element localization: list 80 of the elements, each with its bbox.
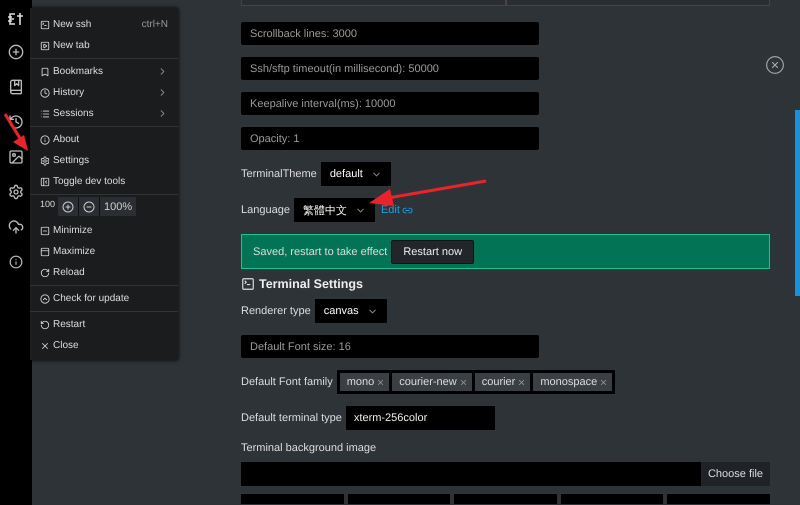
restart-icon (40, 320, 50, 330)
input-field[interactable]: Scrollback lines: 3000 (241, 22, 539, 45)
field-label: Default Font family (241, 376, 333, 388)
menu-item[interactable]: About (30, 129, 178, 150)
terminal-icon (241, 277, 255, 291)
theme-select[interactable]: default (320, 162, 391, 186)
logo-icon (7, 12, 25, 26)
field-label: Default terminal type (241, 412, 342, 424)
menu-item[interactable]: Sessions (30, 103, 178, 124)
choose-file-button[interactable]: Choose file (701, 462, 770, 486)
edit-link[interactable]: Edit (380, 204, 413, 216)
image-icon[interactable] (7, 148, 25, 166)
field-label: Renderer type (241, 305, 311, 317)
bookmark-icon[interactable] (7, 78, 25, 96)
menu-item[interactable]: Maximize (30, 241, 178, 262)
input-field[interactable] (241, 494, 344, 504)
minimize-icon (40, 226, 50, 236)
remove-icon[interactable] (517, 378, 526, 386)
input-field[interactable] (667, 494, 770, 504)
info-icon (40, 134, 50, 144)
input-field[interactable] (454, 494, 557, 504)
cloud-icon[interactable] (7, 218, 25, 236)
menu-item[interactable]: Minimize (30, 220, 178, 241)
bookmark-icon (40, 66, 50, 76)
settings-icon[interactable] (7, 183, 25, 201)
menu-item[interactable]: Restart (30, 314, 178, 335)
remove-icon[interactable] (376, 378, 386, 386)
input-field[interactable] (348, 494, 450, 504)
menu-item[interactable]: Reload (30, 262, 178, 283)
reload-icon (40, 268, 50, 278)
tag-field[interactable]: mono courier-new courier monospace (336, 370, 616, 394)
add-icon[interactable] (7, 43, 25, 61)
scrollbar-thumb[interactable] (795, 110, 800, 296)
menu-item[interactable]: Close (30, 335, 178, 356)
list-icon (40, 108, 50, 118)
input-field[interactable] (560, 494, 664, 504)
panel-icon (40, 176, 50, 186)
font-tag: courier (474, 373, 530, 391)
renderer-select[interactable]: canvas (314, 299, 387, 323)
language-select[interactable]: 繁體中文 (294, 198, 375, 222)
menu-item[interactable]: New ssh ctrl+N (30, 14, 178, 35)
info-icon[interactable] (7, 253, 25, 271)
settings-icon (40, 156, 50, 166)
menu-item[interactable]: History (30, 82, 178, 103)
history-icon[interactable] (7, 113, 25, 131)
input-field[interactable]: Ssh/sftp timeout(in millisecond): 50000 (241, 57, 539, 80)
chevron-up-icon (40, 294, 50, 304)
input-field[interactable]: xterm-256color (346, 406, 495, 430)
restart-button[interactable]: Restart now (391, 240, 474, 264)
menu-item[interactable]: New tab (30, 35, 178, 56)
plus-icon (62, 200, 74, 212)
input-field[interactable]: Default Font size: 16 (241, 335, 539, 358)
notice-text: Saved, restart to take effect (253, 246, 388, 258)
input-field[interactable]: Keepalive interval(ms): 10000 (241, 92, 539, 115)
play-icon (40, 40, 50, 50)
input-field[interactable]: Opacity: 1 (241, 127, 539, 150)
menu-item[interactable]: Settings (30, 150, 178, 171)
zoom-in-button[interactable] (58, 197, 78, 216)
close-icon (40, 340, 50, 350)
font-tag: monospace (533, 373, 612, 391)
zoom-out-button[interactable] (79, 197, 100, 216)
font-tag: mono (340, 373, 390, 391)
menu-item[interactable]: Check for update (30, 288, 178, 309)
clock-icon (40, 88, 50, 98)
minus-icon (83, 200, 96, 212)
zoom-value: 100 (40, 199, 56, 209)
annotation-arrow (3, 112, 29, 152)
field-label: Language (241, 204, 290, 216)
font-tag: courier-new (392, 373, 472, 391)
field-label: Terminal background image (241, 442, 378, 454)
menu-item[interactable]: Toggle dev tools (30, 171, 178, 192)
field-label: TerminalTheme (241, 168, 317, 180)
remove-icon[interactable] (458, 378, 468, 386)
maximize-icon (40, 246, 50, 256)
terminal-icon (40, 20, 50, 30)
zoom-reset-button[interactable]: 100% (100, 197, 136, 216)
close-icon[interactable] (765, 55, 785, 75)
remove-icon[interactable] (599, 378, 608, 386)
menu-item[interactable]: Bookmarks (30, 61, 178, 82)
section-title: Terminal Settings (259, 277, 363, 291)
